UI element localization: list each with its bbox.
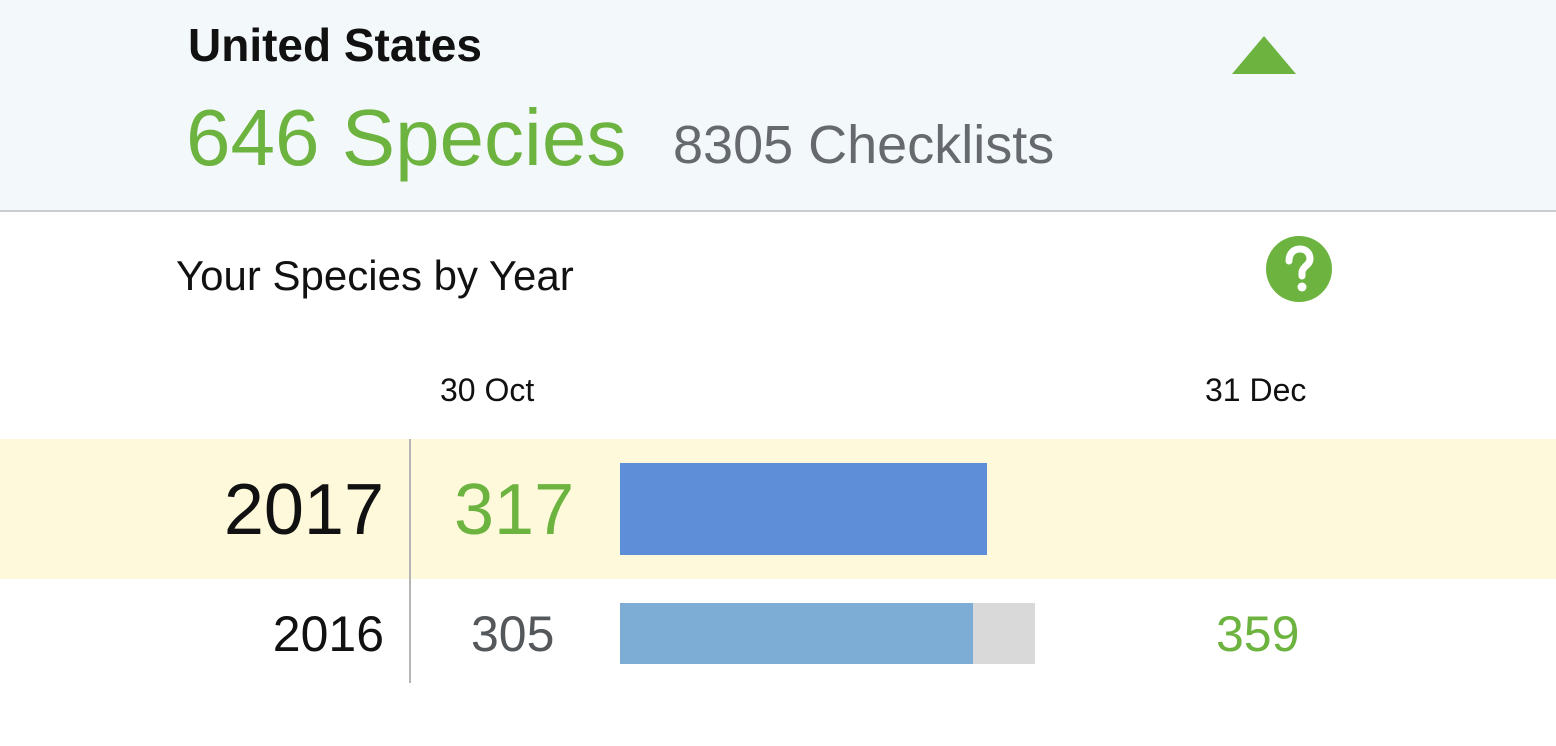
help-question-icon[interactable] (1265, 235, 1333, 303)
year-end-total: 359 (1216, 606, 1300, 662)
bar-fill-2017 (620, 463, 987, 555)
region-header: United States 646 Species 8305 Checklist… (0, 0, 1556, 212)
section-title: Your Species by Year (176, 252, 574, 299)
year-label: 2017 (223, 470, 384, 550)
species-count-to-date: 317 (454, 470, 575, 550)
date-label-start: 30 Oct (440, 372, 535, 408)
column-divider (409, 439, 411, 683)
year-label: 2016 (272, 606, 384, 662)
bar-track (620, 463, 987, 555)
region-name: United States (188, 19, 482, 71)
date-label-end: 31 Dec (1205, 372, 1307, 408)
species-count-to-date: 305 (471, 606, 555, 662)
bar-fill-2016 (620, 603, 973, 664)
collapse-triangle-icon[interactable] (1228, 32, 1300, 80)
year-row-2016[interactable]: 2016 305 359 (0, 579, 1556, 689)
bar-track (620, 603, 1035, 664)
checklist-count: 8305 Checklists (673, 115, 1055, 175)
species-count: 646 Species (186, 93, 627, 182)
year-row-2017[interactable]: 2017 317 (0, 439, 1556, 579)
